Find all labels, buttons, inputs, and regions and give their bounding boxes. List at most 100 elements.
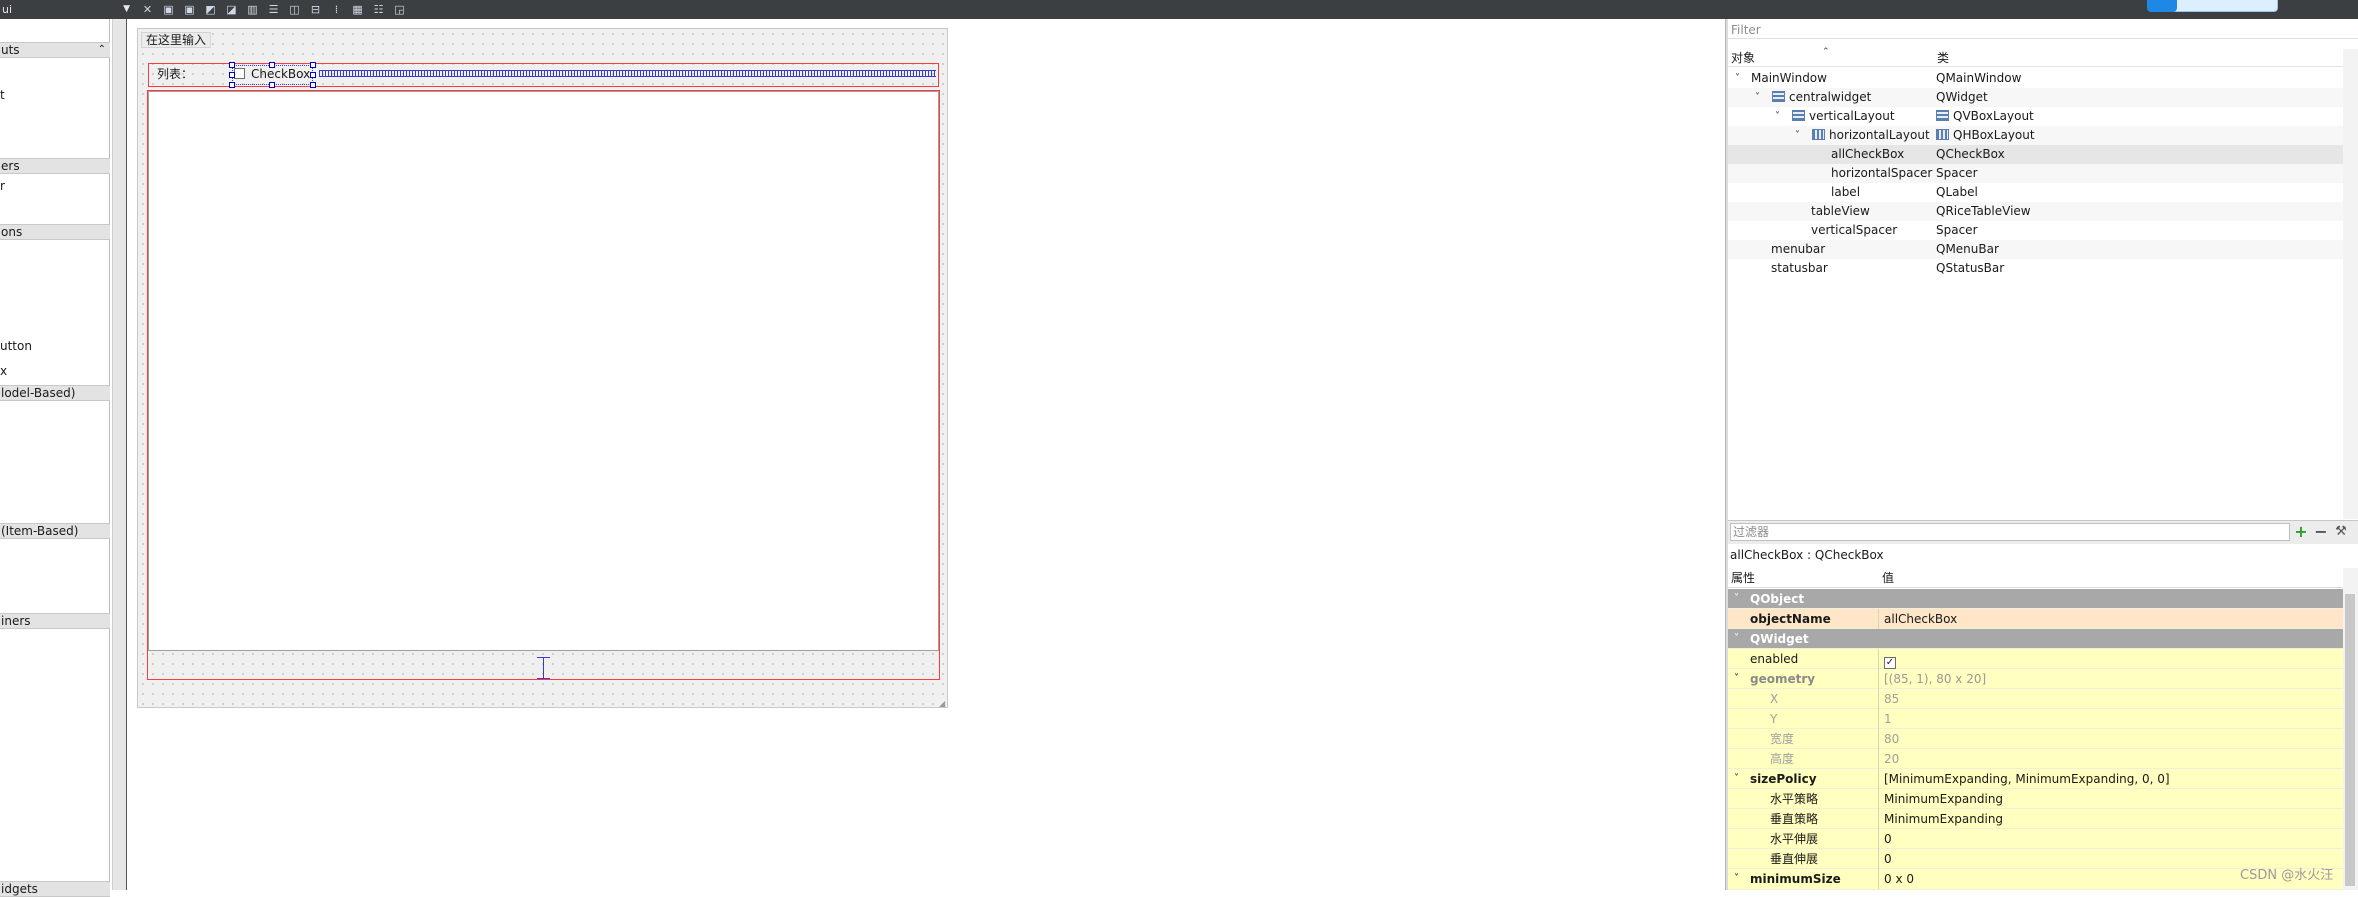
chevron-down-icon[interactable]: ˅ bbox=[1734, 869, 1739, 889]
resize-handle[interactable] bbox=[310, 62, 316, 68]
property-value[interactable]: 20 bbox=[1882, 749, 1899, 769]
object-inspector-scrollbar[interactable] bbox=[2343, 49, 2358, 519]
tree-row-selected[interactable]: allCheckBox QCheckBox bbox=[1728, 145, 2343, 164]
property-value[interactable]: allCheckBox bbox=[1882, 609, 1957, 629]
property-filter-input[interactable]: 过滤器 bbox=[1730, 523, 2290, 541]
scrollbar-thumb[interactable] bbox=[2345, 594, 2355, 886]
tree-row[interactable]: menubar QMenuBar bbox=[1728, 240, 2343, 259]
chevron-down-icon[interactable]: ˅ bbox=[1734, 669, 1739, 689]
chevron-down-icon[interactable]: ˅ bbox=[1755, 88, 1760, 107]
property-group[interactable]: ˅ QWidget bbox=[1728, 629, 2343, 649]
widget-item[interactable]: utton bbox=[0, 339, 32, 353]
column-class[interactable]: 类 bbox=[1937, 49, 1949, 67]
enabled-checkbox[interactable]: ✓ bbox=[1884, 657, 1896, 669]
chevron-down-icon[interactable]: ˅ bbox=[1735, 69, 1740, 88]
form-selector-combo[interactable]: ui ▼ bbox=[0, 0, 134, 19]
chevron-down-icon[interactable]: ˅ bbox=[1734, 629, 1739, 649]
resize-handle[interactable] bbox=[310, 72, 316, 78]
property-row[interactable]: objectName allCheckBox bbox=[1728, 609, 2343, 629]
all-checkbox-label[interactable]: CheckBox bbox=[251, 67, 310, 81]
send-backward-icon[interactable]: ▣ bbox=[161, 2, 176, 17]
vertical-spacer[interactable] bbox=[537, 657, 550, 679]
form-resize-grip-icon[interactable]: ◢ bbox=[939, 699, 948, 708]
tree-row[interactable]: horizontalSpacer Spacer bbox=[1728, 164, 2343, 183]
widget-category[interactable]: iners bbox=[0, 613, 110, 629]
tree-row[interactable]: verticalSpacer Spacer bbox=[1728, 221, 2343, 240]
break-layout-icon[interactable]: ☷ bbox=[371, 2, 386, 17]
widget-item[interactable]: r bbox=[0, 179, 5, 193]
horizontal-spacer[interactable] bbox=[319, 70, 936, 77]
property-value[interactable]: 80 bbox=[1882, 729, 1899, 749]
column-object[interactable]: 对象 bbox=[1731, 49, 1755, 67]
tree-row[interactable]: ˅ verticalLayout QVBoxLayout bbox=[1728, 107, 2343, 126]
layout-horizontal-icon[interactable]: ▥ bbox=[245, 2, 260, 17]
chevron-down-icon[interactable]: ˅ bbox=[1734, 589, 1739, 609]
object-filter-input[interactable]: Filter bbox=[1728, 21, 2358, 39]
adjust-size-icon[interactable]: ◲ bbox=[392, 2, 407, 17]
resize-handle[interactable] bbox=[229, 82, 235, 88]
widget-category[interactable]: (Item-Based) bbox=[0, 523, 110, 539]
column-value[interactable]: 值 bbox=[1882, 568, 1894, 588]
resize-handle[interactable] bbox=[269, 62, 275, 68]
resize-handle[interactable] bbox=[229, 62, 235, 68]
tree-row[interactable]: ˅ MainWindow QMainWindow bbox=[1728, 69, 2343, 88]
tree-row[interactable]: label QLabel bbox=[1728, 183, 2343, 202]
property-row[interactable]: ˅ sizePolicy [MinimumExpanding, MinimumE… bbox=[1728, 769, 2343, 789]
widget-category[interactable]: uts ⌃ bbox=[0, 42, 110, 58]
table-view[interactable] bbox=[148, 91, 939, 651]
column-property[interactable]: 属性 bbox=[1731, 568, 1755, 588]
layout-horizontal-splitter-icon[interactable]: ◫ bbox=[287, 2, 302, 17]
property-row[interactable]: 水平策略 MinimumExpanding bbox=[1728, 789, 2343, 809]
remove-dynamic-property-icon[interactable]: − bbox=[2312, 522, 2330, 542]
tree-row[interactable]: ˅ horizontalLayout QHBoxLayout bbox=[1728, 126, 2343, 145]
bring-forward-icon[interactable]: ▣ bbox=[182, 2, 197, 17]
property-value[interactable]: [(85, 1), 80 x 20] bbox=[1882, 669, 1986, 689]
resize-handle[interactable] bbox=[229, 72, 235, 78]
property-value[interactable]: [MinimumExpanding, MinimumExpanding, 0, … bbox=[1882, 769, 2170, 789]
property-row[interactable]: 垂直策略 MinimumExpanding bbox=[1728, 809, 2343, 829]
login-button[interactable] bbox=[2147, 0, 2278, 12]
layout-form-icon[interactable]: ▦ bbox=[350, 2, 365, 17]
property-value[interactable]: 0 bbox=[1882, 849, 1892, 869]
all-checkbox[interactable] bbox=[234, 68, 245, 79]
property-value[interactable]: 85 bbox=[1882, 689, 1899, 709]
resize-handle[interactable] bbox=[310, 82, 316, 88]
property-value[interactable]: MinimumExpanding bbox=[1882, 789, 2003, 809]
property-value[interactable]: 0 x 0 bbox=[1882, 869, 1914, 889]
property-row[interactable]: 水平伸展 0 bbox=[1728, 829, 2343, 849]
property-row[interactable]: Y 1 bbox=[1728, 709, 2343, 729]
tree-row[interactable]: statusbar QStatusBar bbox=[1728, 259, 2343, 278]
chevron-down-icon[interactable]: ˅ bbox=[1734, 769, 1739, 789]
tree-row[interactable]: ˅ centralwidget QWidget bbox=[1728, 88, 2343, 107]
chevron-down-icon[interactable]: ˅ bbox=[1795, 126, 1800, 145]
layout-vertical-icon[interactable]: ☰ bbox=[266, 2, 281, 17]
widget-category[interactable]: ons bbox=[0, 224, 110, 240]
edit-tab-order-icon[interactable]: ◩ bbox=[203, 2, 218, 17]
layout-grid-icon[interactable]: ⁞ bbox=[329, 2, 344, 17]
property-value[interactable]: MinimumExpanding bbox=[1882, 809, 2003, 829]
property-row[interactable]: ˅ geometry [(85, 1), 80 x 20] bbox=[1728, 669, 2343, 689]
close-icon[interactable]: ✕ bbox=[140, 2, 155, 17]
property-row[interactable]: 宽度 80 bbox=[1728, 729, 2343, 749]
property-value[interactable]: 0 bbox=[1882, 829, 1892, 849]
property-row[interactable]: enabled ✓ bbox=[1728, 649, 2343, 669]
widget-item[interactable]: x bbox=[0, 364, 7, 378]
property-group[interactable]: ˅ QObject bbox=[1728, 589, 2343, 609]
property-scrollbar[interactable] bbox=[2343, 568, 2358, 890]
widget-item[interactable]: t bbox=[0, 88, 5, 102]
widget-box-scrollbar[interactable] bbox=[112, 19, 127, 890]
edit-buddies-icon[interactable]: ◪ bbox=[224, 2, 239, 17]
chevron-down-icon[interactable]: ˅ bbox=[1775, 107, 1780, 126]
property-row[interactable]: 高度 20 bbox=[1728, 749, 2343, 769]
property-row[interactable]: X 85 bbox=[1728, 689, 2343, 709]
widget-category[interactable]: idgets bbox=[0, 881, 110, 897]
property-value[interactable]: 1 bbox=[1882, 709, 1892, 729]
layout-vertical-splitter-icon[interactable]: ⊟ bbox=[308, 2, 323, 17]
widget-category[interactable]: lodel-Based) bbox=[0, 385, 110, 401]
list-label[interactable]: 列表： bbox=[157, 67, 193, 81]
menubar-type-here[interactable]: 在这里输入 bbox=[141, 32, 212, 48]
tree-row[interactable]: tableView QRiceTableView bbox=[1728, 202, 2343, 221]
resize-handle[interactable] bbox=[269, 82, 275, 88]
chevron-up-icon[interactable]: ⌃ bbox=[98, 43, 106, 57]
add-dynamic-property-icon[interactable]: + bbox=[2292, 522, 2310, 542]
